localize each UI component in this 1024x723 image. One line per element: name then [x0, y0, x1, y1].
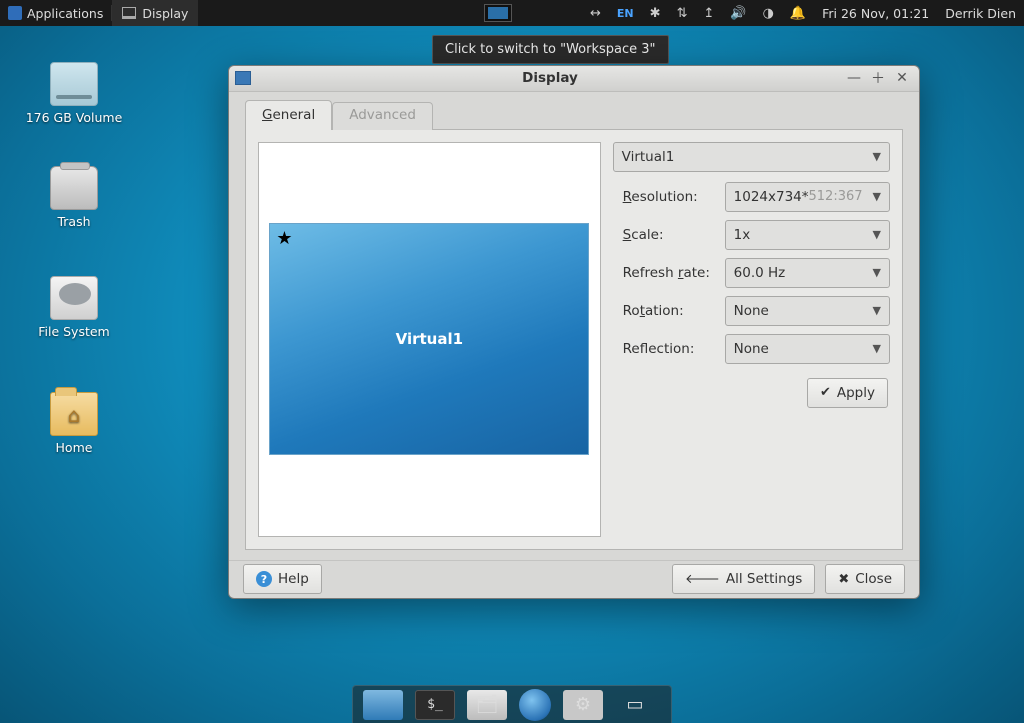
- monitor-preview-frame: ★ Virtual1: [258, 142, 601, 537]
- all-settings-button[interactable]: 🡐 All Settings: [672, 564, 815, 594]
- dialog-footer: ? Help 🡐 All Settings ✖ Close: [229, 560, 919, 598]
- desktop-icon-label: 176 GB Volume: [24, 110, 124, 125]
- scale-label: Scale:: [623, 227, 715, 243]
- workspace-thumb: [488, 7, 508, 19]
- refresh-value: 60.0 Hz: [734, 265, 786, 281]
- monitor-preview[interactable]: ★ Virtual1: [269, 223, 589, 455]
- help-label: Help: [278, 571, 309, 587]
- resolution-aspect: 512:367: [809, 189, 863, 204]
- workspace-tooltip: Click to switch to "Workspace 3": [432, 35, 669, 64]
- close-window-button[interactable]: ✕: [891, 68, 913, 88]
- network-icon[interactable]: ↔: [582, 0, 609, 26]
- chevron-down-icon: ▼: [873, 190, 881, 203]
- user-menu[interactable]: Derrik Dien: [937, 0, 1024, 26]
- titlebar[interactable]: Display — ＋ ✕: [229, 66, 919, 92]
- output-selector-value: Virtual1: [622, 149, 675, 165]
- dock-app[interactable]: ▭: [615, 690, 655, 720]
- scale-value: 1x: [734, 227, 751, 243]
- top-panel: Applications Display ↔ EN ✱ ⇅ ↥ 🔊 ◑ 🔔 Fr…: [0, 0, 1024, 26]
- display-settings-window: Display — ＋ ✕ General Advanced ★ Virtual…: [228, 65, 920, 599]
- settings-column: Virtual1 ▼ Resolution: 1024x734* 512:367…: [613, 142, 890, 537]
- reflection-value: None: [734, 341, 769, 357]
- tab-advanced-label: Advanced: [349, 107, 416, 123]
- scale-select[interactable]: 1x ▼: [725, 220, 890, 250]
- check-icon: ✔: [820, 385, 831, 400]
- chevron-down-icon: ▼: [873, 342, 881, 355]
- tab-general-label: eneral: [272, 107, 315, 123]
- volume-icon[interactable]: 🔊: [722, 0, 754, 26]
- minimize-button[interactable]: —: [843, 68, 865, 88]
- chevron-down-icon: ▼: [873, 228, 881, 241]
- desktop-icon-label: Trash: [24, 214, 124, 229]
- updown-icon[interactable]: ⇅: [669, 0, 696, 26]
- desktop-icon-filesystem[interactable]: File System: [18, 276, 130, 339]
- power-icon[interactable]: ◑: [755, 0, 782, 26]
- dock-show-desktop[interactable]: [363, 690, 403, 720]
- rotation-label: Rotation:: [623, 303, 715, 319]
- desktop-icon-home[interactable]: Home: [24, 392, 124, 455]
- upload-icon[interactable]: ↥: [695, 0, 722, 26]
- desktop-icon-label: Home: [24, 440, 124, 455]
- rotation-value: None: [734, 303, 769, 319]
- maximize-button[interactable]: ＋: [867, 68, 889, 88]
- keyboard-layout-indicator[interactable]: EN: [609, 0, 642, 26]
- chevron-down-icon: ▼: [873, 304, 881, 317]
- dock-file-manager[interactable]: 🗂: [467, 690, 507, 720]
- taskbar-entry-display[interactable]: Display: [112, 0, 198, 26]
- reflection-select[interactable]: None ▼: [725, 334, 890, 364]
- chevron-down-icon: ▼: [873, 266, 881, 279]
- dock-web-browser[interactable]: [519, 689, 551, 721]
- monitor-preview-label: Virtual1: [396, 330, 463, 348]
- bluetooth-icon[interactable]: ✱: [642, 0, 669, 26]
- task-title: Display: [142, 6, 188, 21]
- refresh-rate-select[interactable]: 60.0 Hz ▼: [725, 258, 890, 288]
- desktop-icon-volume[interactable]: 176 GB Volume: [24, 62, 124, 125]
- desktop-icon-trash[interactable]: Trash: [24, 166, 124, 229]
- notifications-icon[interactable]: 🔔: [782, 0, 814, 26]
- harddisk-icon: [50, 276, 98, 320]
- close-button[interactable]: ✖ Close: [825, 564, 905, 594]
- trash-icon: [50, 166, 98, 210]
- resolution-select[interactable]: 1024x734* 512:367 ▼: [725, 182, 890, 212]
- chevron-down-icon: ▼: [873, 150, 881, 163]
- help-icon: ?: [256, 571, 272, 587]
- close-label: Close: [855, 571, 892, 587]
- drive-icon: [50, 62, 98, 106]
- help-button[interactable]: ? Help: [243, 564, 322, 594]
- home-folder-icon: [50, 392, 98, 436]
- window-app-icon: [235, 71, 251, 85]
- tab-general[interactable]: General: [245, 100, 332, 130]
- back-arrow-icon: 🡐: [685, 571, 720, 587]
- output-selector[interactable]: Virtual1 ▼: [613, 142, 890, 172]
- all-settings-label: All Settings: [726, 571, 802, 587]
- resolution-label: Resolution:: [623, 189, 715, 205]
- bottom-dock: $_ 🗂 ⚙ ▭: [352, 685, 672, 723]
- workspace-switcher[interactable]: [484, 4, 512, 22]
- window-title: Display: [259, 70, 841, 86]
- tab-bar: General Advanced: [229, 92, 919, 130]
- apply-button[interactable]: ✔ Apply: [807, 378, 888, 408]
- reflection-label: Reflection:: [623, 341, 715, 357]
- close-icon: ✖: [838, 572, 849, 587]
- primary-star-icon: ★: [276, 228, 292, 249]
- refresh-label: Refresh rate:: [623, 265, 715, 281]
- xfce-logo-icon: [8, 6, 22, 20]
- rotation-select[interactable]: None ▼: [725, 296, 890, 326]
- tab-content: ★ Virtual1 Virtual1 ▼ Resolution: 1024x7…: [245, 129, 903, 550]
- clock[interactable]: Fri 26 Nov, 01:21: [814, 0, 937, 26]
- apply-label: Apply: [837, 385, 875, 401]
- applications-label: Applications: [27, 6, 103, 21]
- dock-terminal[interactable]: $_: [415, 690, 455, 720]
- dock-settings[interactable]: ⚙: [563, 690, 603, 720]
- desktop-icon-label: File System: [18, 324, 130, 339]
- applications-menu[interactable]: Applications: [0, 0, 111, 26]
- resolution-value: 1024x734*: [734, 189, 809, 205]
- tab-advanced[interactable]: Advanced: [332, 102, 433, 130]
- monitor-icon: [122, 7, 136, 19]
